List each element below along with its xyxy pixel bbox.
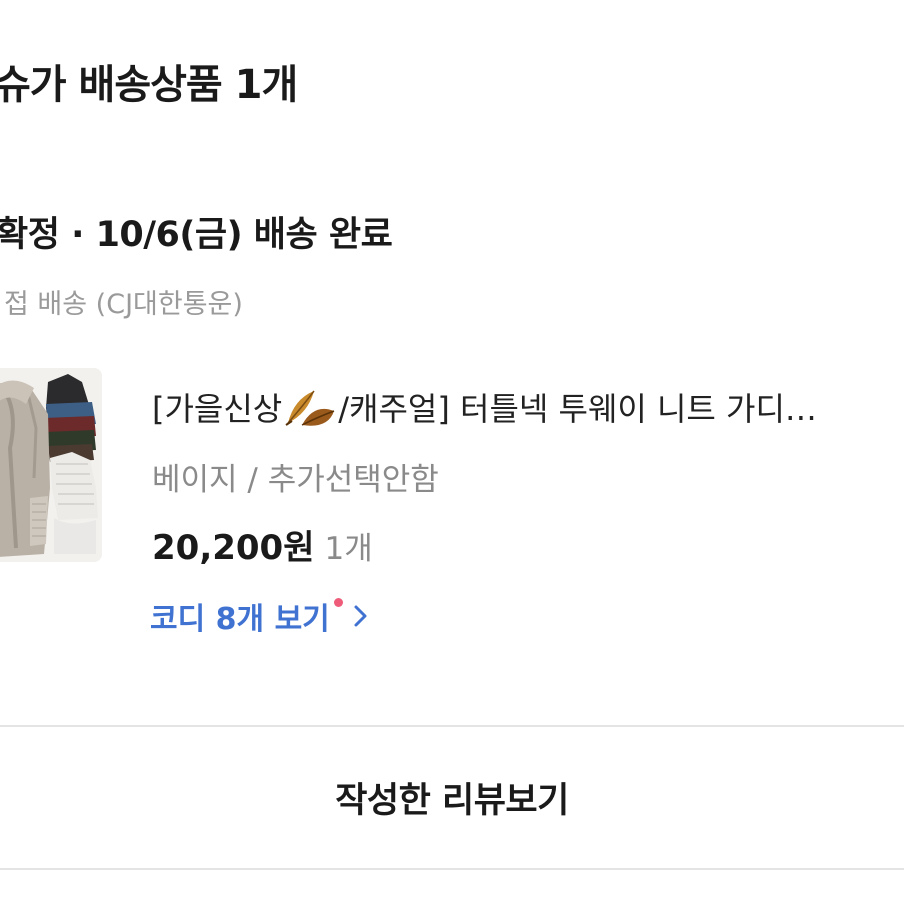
product-quantity: 1개 xyxy=(324,531,373,567)
product-name-prefix: [가을신상 xyxy=(152,390,283,428)
review-button-label: 작성한 리뷰보기 xyxy=(335,781,569,821)
order-detail-page: 슈가 배송상품 1개 확정 · 10/6(금) 배송 완료 접 배송 (CJ대한… xyxy=(0,0,904,904)
divider xyxy=(0,868,904,870)
product-name-suffix: /캐주얼] 터틀넥 투웨이 니트 가디… xyxy=(338,390,817,428)
view-my-review-button[interactable]: 작성한 리뷰보기 xyxy=(0,727,904,868)
codi-link-label: 코디 8개 보기 xyxy=(150,602,330,637)
delivery-carrier: 접 배송 (CJ대한통운) xyxy=(4,289,243,320)
seller-shipment-title: 슈가 배송상품 1개 xyxy=(0,62,298,108)
view-codi-link[interactable]: 코디 8개 보기 xyxy=(150,594,369,638)
delivery-status: 확정 · 10/6(금) 배송 완료 xyxy=(0,215,393,255)
price-row: 20,200원 1개 xyxy=(152,520,373,569)
new-indicator-dot xyxy=(333,597,343,607)
chevron-right-icon xyxy=(354,605,367,627)
product-price: 20,200원 xyxy=(152,528,315,568)
autumn-leaves-icon xyxy=(285,390,335,426)
knit-cardigan-photo xyxy=(0,368,102,562)
product-name[interactable]: [가을신상 /캐주얼] 터틀넥 투웨이 니트 가디… xyxy=(152,384,904,430)
product-option: 베이지 / 추가선택안함 xyxy=(152,462,439,498)
product-thumbnail[interactable] xyxy=(0,368,102,562)
